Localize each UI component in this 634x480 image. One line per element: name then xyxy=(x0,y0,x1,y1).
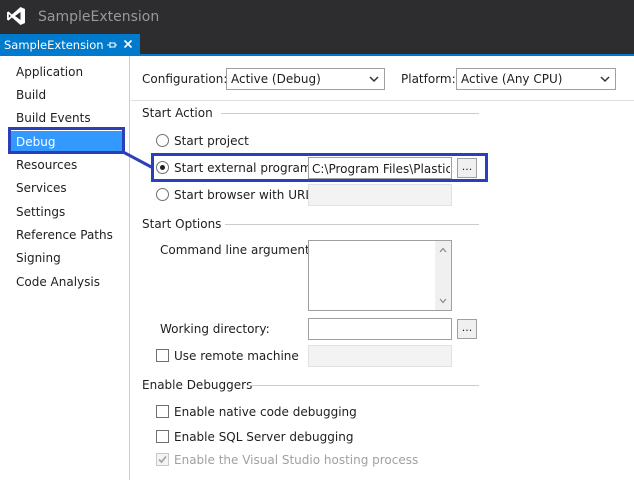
use-remote-machine-label: Use remote machine xyxy=(174,349,299,363)
sql-server-debugging-label: Enable SQL Server debugging xyxy=(174,430,354,444)
nav-item-reference-paths[interactable]: Reference Paths xyxy=(8,224,122,246)
working-directory-browse-button[interactable]: ... xyxy=(457,319,477,339)
working-directory-input[interactable] xyxy=(308,318,452,340)
native-code-debugging-label: Enable native code debugging xyxy=(174,405,357,419)
chevron-up-icon[interactable] xyxy=(439,247,447,253)
document-tab-label: SampleExtension xyxy=(4,38,104,52)
nav-item-build[interactable]: Build xyxy=(8,84,122,106)
native-code-debugging-checkbox[interactable] xyxy=(156,405,169,418)
enable-debuggers-rule xyxy=(248,385,479,386)
command-line-scrollbar[interactable] xyxy=(435,241,451,310)
chevron-down-icon xyxy=(600,76,610,83)
start-options-rule xyxy=(225,224,479,225)
use-remote-machine-checkbox[interactable] xyxy=(156,349,169,362)
platform-select[interactable]: Active (Any CPU) xyxy=(456,68,616,90)
nav-item-signing[interactable]: Signing xyxy=(8,247,122,269)
chevron-down-icon[interactable] xyxy=(439,298,447,304)
configuration-select[interactable]: Active (Debug) xyxy=(226,68,385,90)
document-tab[interactable]: SampleExtension xyxy=(0,34,140,56)
start-options-header: Start Options xyxy=(142,217,222,231)
working-directory-label: Working directory: xyxy=(160,322,270,336)
checkmark-icon xyxy=(158,455,167,464)
document-tab-strip: SampleExtension xyxy=(0,34,634,56)
chevron-down-icon xyxy=(369,76,379,83)
hosting-process-label: Enable the Visual Studio hosting process xyxy=(174,453,419,467)
window-title: SampleExtension xyxy=(38,9,160,25)
command-line-arguments-input[interactable] xyxy=(308,240,452,311)
debug-highlight-box xyxy=(8,127,125,154)
start-browser-label: Start browser with URL: xyxy=(174,188,317,202)
config-separator xyxy=(131,100,634,101)
pin-icon[interactable] xyxy=(106,39,118,51)
start-action-header: Start Action xyxy=(142,106,213,120)
sql-server-debugging-checkbox[interactable] xyxy=(156,430,169,443)
configuration-value: Active (Debug) xyxy=(231,72,321,86)
external-program-highlight-box xyxy=(151,153,488,182)
nav-item-settings[interactable]: Settings xyxy=(8,201,122,223)
nav-item-resources[interactable]: Resources xyxy=(8,154,122,176)
close-icon[interactable] xyxy=(122,38,134,50)
remote-machine-input[interactable] xyxy=(308,345,452,367)
enable-debuggers-header: Enable Debuggers xyxy=(142,378,253,392)
command-line-arguments-label: Command line arguments: xyxy=(160,243,320,257)
nav-item-application[interactable]: Application xyxy=(8,61,122,83)
property-pages-nav: Application Build Build Events Debug Res… xyxy=(0,56,130,480)
configuration-label: Configuration: xyxy=(142,72,228,86)
nav-item-build-events[interactable]: Build Events xyxy=(8,107,122,129)
hosting-process-checkbox[interactable] xyxy=(156,453,169,466)
platform-label: Platform: xyxy=(401,72,456,86)
title-bar: SampleExtension xyxy=(0,0,634,34)
nav-item-services[interactable]: Services xyxy=(8,177,122,199)
nav-item-code-analysis[interactable]: Code Analysis xyxy=(8,271,122,293)
debug-page: Configuration: Active (Debug) Platform: … xyxy=(131,56,634,480)
start-project-radio[interactable] xyxy=(156,134,169,147)
start-browser-radio[interactable] xyxy=(156,188,169,201)
start-action-rule xyxy=(221,113,479,114)
browser-url-input[interactable] xyxy=(308,184,452,206)
start-project-label: Start project xyxy=(174,134,249,148)
visual-studio-logo-icon xyxy=(7,7,25,25)
platform-value: Active (Any CPU) xyxy=(461,72,563,86)
